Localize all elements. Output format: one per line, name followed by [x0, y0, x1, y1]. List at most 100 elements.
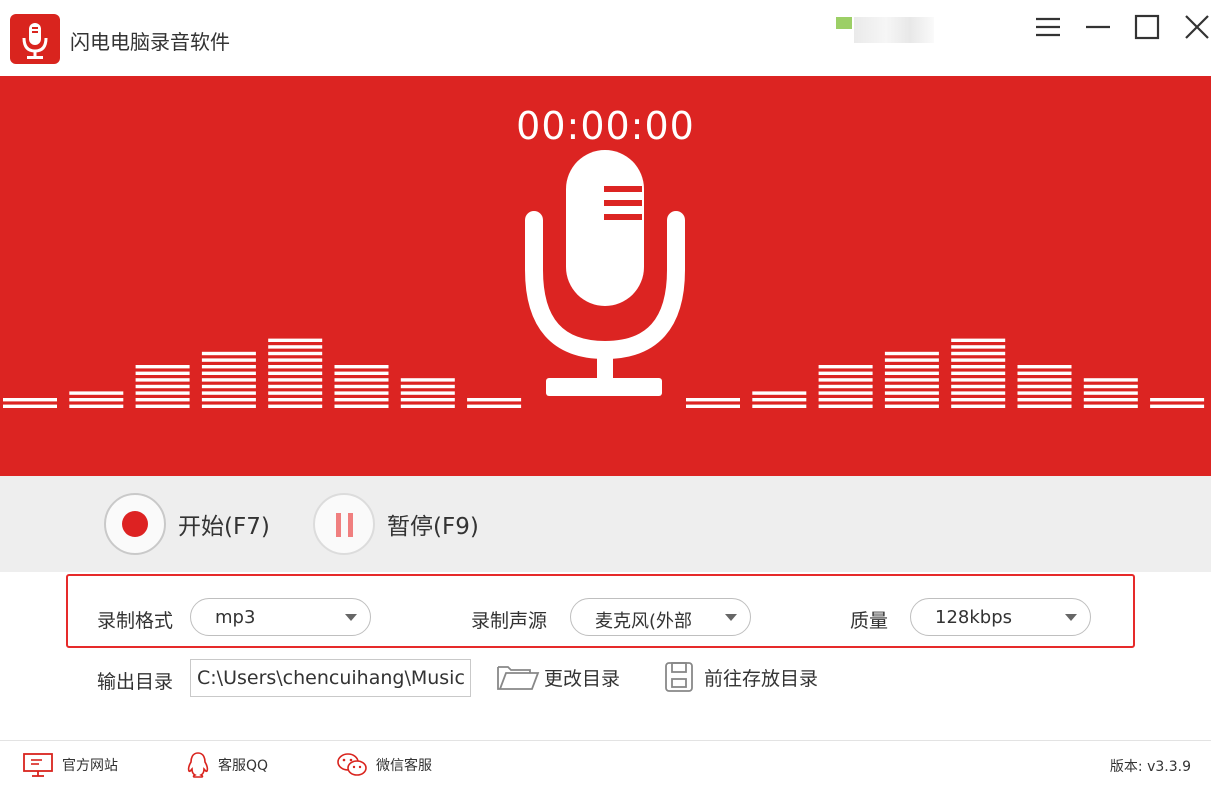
equalizer-bar-left-4	[268, 371, 323, 375]
equalizer-bar-right-6	[1083, 384, 1138, 389]
equalizer-bar-left-2	[135, 404, 190, 408]
equalizer-bar-right-3	[884, 404, 939, 408]
pause-button[interactable]: 暂停(F9)	[313, 493, 479, 555]
equalizer-bar-left-5	[334, 404, 389, 408]
equalizer-bar-left-4	[268, 404, 323, 408]
output-dir-label: 输出目录	[97, 671, 174, 693]
format-value: mp3	[215, 607, 256, 628]
wechat-support-link[interactable]: 微信客服	[336, 751, 432, 779]
save-folder-icon	[665, 662, 693, 692]
maximize-icon[interactable]	[1127, 8, 1167, 48]
format-label: 录制格式	[97, 610, 174, 632]
folder-icon	[497, 666, 540, 690]
equalizer-bar-left-2	[135, 365, 190, 369]
equalizer-bar-left-6	[400, 391, 455, 395]
equalizer-bar-left-5	[334, 371, 389, 375]
equalizer-bar-left-5	[334, 384, 389, 389]
equalizer-bar-right-3	[884, 371, 939, 375]
output-path-value: C:\Users\chencuihang\Music	[197, 667, 465, 689]
close-icon[interactable]	[1176, 8, 1211, 48]
equalizer-bar-left-3	[201, 378, 256, 382]
equalizer-bar-right-4	[951, 345, 1006, 349]
footer-bar: 官方网站 客服QQ 微信客服 版本: v3.3.9	[0, 740, 1211, 787]
equalizer-bar-left-3	[201, 351, 256, 356]
app-title: 闪电电脑录音软件	[70, 30, 230, 54]
wechat-support-label: 微信客服	[376, 758, 432, 774]
equalizer-bar-right-2	[818, 371, 873, 375]
start-label: 开始(F7)	[178, 514, 270, 540]
equalizer-bar-left-7	[467, 398, 522, 402]
control-bar: 开始(F7) 暂停(F9)	[0, 476, 1211, 572]
equalizer-bar-left-5	[334, 378, 389, 382]
quality-value: 128kbps	[935, 607, 1013, 628]
equalizer-bar-left-3	[201, 391, 256, 395]
equalizer-bar-right-6	[1083, 398, 1138, 402]
equalizer-bar-left-3	[201, 358, 256, 362]
output-path-field[interactable]: C:\Users\chencuihang\Music	[190, 659, 471, 697]
chevron-down-icon	[725, 614, 737, 621]
equalizer-bar-right-4	[951, 384, 1006, 389]
equalizer-bar-left-6	[400, 398, 455, 402]
equalizer-bar-right-3	[884, 365, 939, 369]
equalizer-bar-right-4	[951, 378, 1006, 382]
equalizer-bar-left-0	[3, 398, 57, 402]
menu-icon[interactable]	[1028, 8, 1068, 48]
pause-icon	[313, 493, 375, 555]
equalizer-bar-right-3	[884, 351, 939, 356]
equalizer-bar-right-2	[818, 384, 873, 389]
equalizer-bar-right-7	[1150, 404, 1205, 408]
official-website-link[interactable]: 官方网站	[22, 751, 118, 779]
equalizer-bar-right-1	[752, 404, 807, 408]
minimize-icon[interactable]	[1078, 8, 1118, 48]
app-logo-icon	[10, 14, 60, 64]
equalizer-bar-right-4	[951, 358, 1006, 362]
equalizer-bar-right-2	[818, 365, 873, 369]
start-button[interactable]: 开始(F7)	[104, 493, 270, 555]
equalizer-bar-left-5	[334, 391, 389, 395]
microphone-icon	[525, 150, 685, 396]
pause-label: 暂停(F9)	[387, 514, 479, 540]
equalizer-bar-right-4	[951, 398, 1006, 402]
equalizer-bar-right-4	[951, 351, 1006, 356]
equalizer-bar-left-1	[69, 391, 124, 395]
equalizer-bar-left-3	[201, 398, 256, 402]
equalizer-bar-left-6	[400, 384, 455, 389]
equalizer-bar-right-6	[1083, 404, 1138, 408]
equalizer-bar-right-4	[951, 391, 1006, 395]
equalizer-bar-right-1	[752, 391, 807, 395]
equalizer-bar-left-4	[268, 365, 323, 369]
qq-support-link[interactable]: 客服QQ	[186, 751, 268, 779]
equalizer-bar-left-2	[135, 391, 190, 395]
quality-select[interactable]: 128kbps	[910, 598, 1091, 636]
official-website-label: 官方网站	[62, 758, 118, 774]
equalizer-bar-right-5	[1017, 365, 1072, 369]
source-label: 录制声源	[471, 610, 548, 632]
equalizer-bar-right-5	[1017, 384, 1072, 389]
equalizer-bar-right-3	[884, 378, 939, 382]
equalizer-bar-left-5	[334, 365, 389, 369]
equalizer-bar-left-6	[400, 378, 455, 382]
open-dir-button[interactable]: 前往存放目录	[664, 658, 818, 696]
record-icon	[104, 493, 166, 555]
equalizer-bar-left-4	[268, 398, 323, 402]
equalizer-bar-left-4	[268, 358, 323, 362]
equalizer-bar-right-3	[884, 384, 939, 389]
equalizer-bar-left-1	[69, 398, 124, 402]
equalizer-bar-right-7	[1150, 398, 1205, 402]
equalizer-bar-left-7	[467, 404, 522, 408]
source-select[interactable]: 麦克风(外部	[570, 598, 751, 636]
equalizer-bar-left-2	[135, 378, 190, 382]
change-dir-button[interactable]: 更改目录	[496, 658, 620, 696]
recording-display: 00:00:00	[0, 76, 1211, 476]
equalizer-bar-left-4	[268, 378, 323, 382]
equalizer-bar-right-5	[1017, 398, 1072, 402]
equalizer-bar-left-4	[268, 345, 323, 349]
equalizer-bar-left-6	[400, 404, 455, 408]
equalizer-bar-left-3	[201, 365, 256, 369]
format-select[interactable]: mp3	[190, 598, 371, 636]
equalizer-bar-right-4	[951, 338, 1006, 342]
equalizer-bar-right-5	[1017, 378, 1072, 382]
equalizer-bar-right-1	[752, 398, 807, 402]
title-bar: 闪电电脑录音软件	[0, 0, 1211, 76]
equalizer-bar-left-3	[201, 404, 256, 408]
